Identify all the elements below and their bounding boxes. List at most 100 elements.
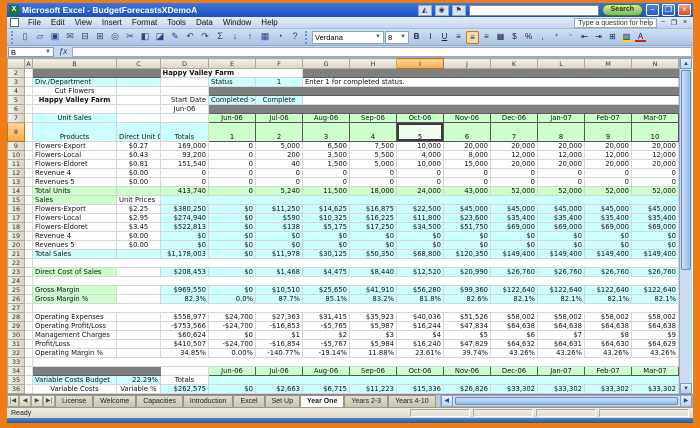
- cell[interactable]: Aug-06: [303, 114, 350, 123]
- cell[interactable]: [25, 385, 33, 394]
- cell[interactable]: $0.00: [117, 178, 161, 187]
- cell[interactable]: 0: [209, 160, 256, 169]
- cell[interactable]: $0.00: [117, 232, 161, 241]
- cell[interactable]: $2.25: [117, 205, 161, 214]
- cell[interactable]: [25, 151, 33, 160]
- cell[interactable]: $35,400: [538, 214, 585, 223]
- cell[interactable]: $58,002: [632, 313, 679, 322]
- horizontal-scrollbar[interactable]: ◀ ▶: [440, 395, 693, 407]
- cell[interactable]: $64,632: [491, 340, 538, 349]
- insert-function-icon[interactable]: ƒx: [56, 47, 70, 56]
- menu-data[interactable]: Data: [191, 18, 218, 27]
- cell[interactable]: $0: [209, 223, 256, 232]
- cell[interactable]: $5: [444, 331, 491, 340]
- open-icon[interactable]: ▱: [33, 30, 47, 44]
- row-header-36[interactable]: 36: [8, 385, 25, 394]
- row-header-29[interactable]: 29: [8, 322, 25, 331]
- cell[interactable]: $35,400: [491, 214, 538, 223]
- cell[interactable]: $0: [209, 268, 256, 277]
- cell[interactable]: $8: [585, 331, 632, 340]
- cell[interactable]: [25, 187, 33, 196]
- cell[interactable]: [25, 349, 33, 358]
- cell[interactable]: 52,000: [585, 187, 632, 196]
- search-button[interactable]: Search: [602, 4, 643, 16]
- cell[interactable]: Jun-06: [161, 105, 209, 114]
- cell[interactable]: $33,302: [632, 385, 679, 394]
- cell[interactable]: 12,000: [538, 151, 585, 160]
- cell[interactable]: $16,240: [397, 340, 444, 349]
- row-header-14[interactable]: 14: [8, 187, 25, 196]
- cell[interactable]: 0: [491, 178, 538, 187]
- cell[interactable]: Revenues 5: [33, 178, 117, 187]
- cell[interactable]: Status: [209, 78, 256, 87]
- row-header-12[interactable]: 12: [8, 169, 25, 178]
- cell[interactable]: $45,000: [538, 205, 585, 214]
- cell[interactable]: 52,000: [632, 187, 679, 196]
- paste-icon[interactable]: ◪: [153, 30, 167, 44]
- cell[interactable]: Sep-06: [350, 114, 397, 123]
- column-header-D[interactable]: D: [161, 59, 209, 69]
- cell[interactable]: 43.26%: [632, 349, 679, 358]
- cell[interactable]: Sep-06: [350, 367, 397, 376]
- cell[interactable]: Gross Margin: [33, 286, 117, 295]
- cell[interactable]: Nov-06: [444, 367, 491, 376]
- sheet-tab-introduction[interactable]: Introduction: [183, 395, 234, 407]
- cell[interactable]: 0: [444, 169, 491, 178]
- decrease-indent-button[interactable]: ⇤: [578, 31, 591, 44]
- cell[interactable]: [117, 340, 161, 349]
- cell[interactable]: 0: [256, 169, 303, 178]
- mail-icon[interactable]: ✉: [63, 30, 77, 44]
- cell[interactable]: [117, 295, 161, 304]
- cell[interactable]: $16,225: [350, 214, 397, 223]
- cell[interactable]: [25, 331, 33, 340]
- cell[interactable]: Feb-07: [585, 114, 632, 123]
- copy-icon[interactable]: ◧: [138, 30, 152, 44]
- cell[interactable]: [117, 286, 161, 295]
- column-header-F[interactable]: F: [256, 59, 303, 69]
- row-header-9[interactable]: 9: [8, 142, 25, 151]
- vertical-scroll-thumb[interactable]: [681, 70, 691, 270]
- cell[interactable]: $64,638: [585, 322, 632, 331]
- cell[interactable]: $122,640: [585, 286, 632, 295]
- cell[interactable]: $122,640: [491, 286, 538, 295]
- cell[interactable]: $26,760: [632, 268, 679, 277]
- cell[interactable]: $0: [161, 241, 209, 250]
- cell[interactable]: $41,910: [350, 286, 397, 295]
- cell[interactable]: 15,000: [444, 160, 491, 169]
- cell[interactable]: $64,638: [538, 322, 585, 331]
- cell[interactable]: [209, 105, 679, 114]
- cell[interactable]: Jun-06: [209, 114, 256, 123]
- cell[interactable]: 23.61%: [397, 349, 444, 358]
- cell[interactable]: Dec-06: [491, 367, 538, 376]
- cell[interactable]: 0: [303, 169, 350, 178]
- cell[interactable]: 20,000: [538, 160, 585, 169]
- cell[interactable]: $56,280: [397, 286, 444, 295]
- cell[interactable]: 0: [209, 151, 256, 160]
- cell[interactable]: $138: [256, 223, 303, 232]
- cell[interactable]: $0: [350, 232, 397, 241]
- cell[interactable]: 0: [303, 178, 350, 187]
- scroll-up-arrow[interactable]: ▲: [680, 58, 692, 69]
- cell[interactable]: $25,650: [303, 286, 350, 295]
- column-header-B[interactable]: B: [33, 59, 117, 69]
- cell[interactable]: $0: [209, 331, 256, 340]
- cell[interactable]: $380,250: [161, 205, 209, 214]
- cell[interactable]: 12,000: [491, 151, 538, 160]
- cell[interactable]: [33, 105, 117, 114]
- row-header-22[interactable]: 22: [8, 259, 25, 268]
- cell[interactable]: $0: [444, 241, 491, 250]
- cell[interactable]: 9: [585, 123, 632, 142]
- cell[interactable]: $12,520: [397, 268, 444, 277]
- cell[interactable]: $0: [444, 232, 491, 241]
- column-header-C[interactable]: C: [117, 59, 161, 69]
- cell[interactable]: [161, 196, 679, 205]
- cell[interactable]: $0: [161, 232, 209, 241]
- cell[interactable]: $0.81: [117, 160, 161, 169]
- print-icon[interactable]: ⊟: [78, 30, 92, 44]
- cell[interactable]: Flowers-Eldoret: [33, 160, 117, 169]
- cell[interactable]: $0: [256, 241, 303, 250]
- name-box[interactable]: B▼: [8, 47, 54, 57]
- cell[interactable]: 20,000: [491, 142, 538, 151]
- cell[interactable]: $149,400: [538, 250, 585, 259]
- cell[interactable]: $6: [491, 331, 538, 340]
